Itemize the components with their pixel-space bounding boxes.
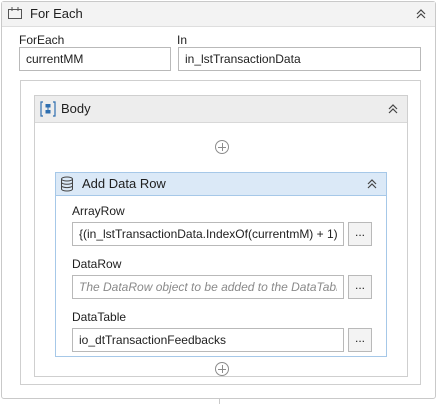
data-row-browse-button[interactable]: ... — [348, 275, 372, 299]
body-container: Body Add Data Row ArrayRow {(in_lstTrans… — [20, 80, 421, 385]
sequence-icon — [40, 101, 56, 117]
add-activity-icon[interactable] — [215, 362, 229, 376]
foreach-variable-label: ForEach — [19, 33, 65, 47]
foreach-activity[interactable]: For Each ForEach In Body — [1, 1, 436, 399]
add-activity-icon[interactable] — [215, 140, 229, 154]
body-header[interactable]: Body — [35, 96, 407, 123]
data-table-label: DataTable — [72, 310, 127, 324]
data-table-browse-button[interactable]: ... — [348, 328, 372, 352]
data-row-input[interactable] — [72, 275, 344, 299]
data-table-input[interactable] — [72, 328, 344, 352]
body-sequence[interactable]: Body Add Data Row ArrayRow {(in_lstTrans… — [34, 95, 408, 377]
collapse-body-icon[interactable] — [385, 101, 401, 117]
connector-line — [219, 399, 220, 404]
in-collection-input[interactable] — [178, 47, 421, 71]
foreach-header[interactable]: For Each — [2, 2, 435, 27]
data-row-label: DataRow — [72, 257, 122, 271]
body-title: Body — [61, 101, 91, 116]
database-icon — [61, 176, 73, 192]
foreach-activity-icon — [8, 7, 22, 19]
in-label: In — [177, 33, 188, 47]
collapse-add-data-row-icon[interactable] — [364, 176, 380, 192]
array-row-browse-button[interactable]: ... — [348, 222, 372, 246]
add-data-row-header[interactable]: Add Data Row — [56, 173, 386, 196]
collapse-foreach-icon[interactable] — [413, 6, 429, 22]
foreach-variable-input[interactable] — [19, 47, 171, 71]
add-data-row-activity[interactable]: Add Data Row ArrayRow ... DataRow ... Da… — [55, 172, 387, 357]
array-row-label: ArrayRow — [72, 204, 125, 218]
add-data-row-title: Add Data Row — [82, 176, 166, 191]
array-row-input[interactable] — [72, 222, 344, 246]
foreach-title: For Each — [30, 6, 83, 21]
